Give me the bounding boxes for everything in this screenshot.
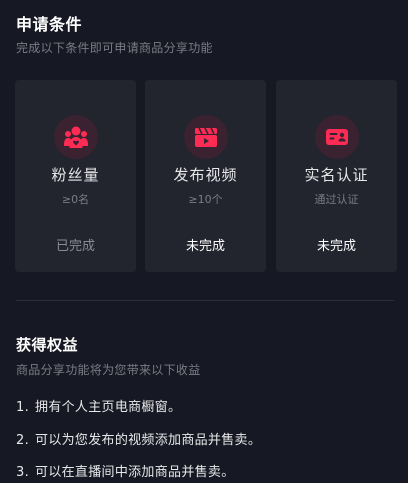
- commerce-share-page: 申请条件 完成以下条件即可申请商品分享功能 粉丝量 ≥0名 已完成 发布视频 ≥…: [0, 0, 408, 483]
- condition-status: 已完成: [55, 239, 95, 254]
- conditions-title: 申请条件: [16, 15, 83, 34]
- section-divider: [16, 300, 394, 301]
- condition-card-realname[interactable]: 实名认证 通过认证 未完成: [276, 80, 397, 272]
- condition-name: 粉丝量: [51, 166, 100, 184]
- condition-name: 实名认证: [304, 166, 369, 184]
- conditions-subtitle: 完成以下条件即可申请商品分享功能: [16, 41, 213, 55]
- benefit-text: 拥有个人主页电商橱窗。: [35, 400, 182, 415]
- benefit-number: 1.: [16, 400, 30, 415]
- fans-icon: [53, 115, 98, 159]
- benefit-number: 3.: [16, 465, 30, 480]
- condition-card-video[interactable]: 发布视频 ≥10个 未完成: [145, 80, 266, 272]
- benefit-item: 3. 可以在直播间中添加商品并售卖。: [16, 461, 235, 480]
- id-card-icon: [314, 115, 359, 159]
- condition-card-fans[interactable]: 粉丝量 ≥0名 已完成: [15, 80, 136, 272]
- condition-requirement: ≥10个: [188, 193, 223, 206]
- condition-status: 未完成: [185, 239, 225, 254]
- condition-name: 发布视频: [173, 166, 238, 184]
- condition-cards: 粉丝量 ≥0名 已完成 发布视频 ≥10个 未完成 实名认证 通过认证 未完成: [15, 80, 397, 272]
- condition-status: 未完成: [316, 239, 356, 254]
- video-clapper-icon: [183, 115, 228, 159]
- benefit-item: 1. 拥有个人主页电商橱窗。: [16, 396, 181, 415]
- benefit-item: 2. 可以为您发布的视频添加商品并售卖。: [16, 429, 261, 448]
- condition-requirement: ≥0名: [61, 193, 90, 206]
- benefits-subtitle: 商品分享功能将为您带来以下收益: [16, 363, 201, 377]
- benefit-text: 可以为您发布的视频添加商品并售卖。: [35, 433, 262, 448]
- condition-requirement: 通过认证: [314, 193, 359, 206]
- benefits-title: 获得权益: [16, 336, 79, 354]
- benefit-text: 可以在直播间中添加商品并售卖。: [35, 465, 235, 480]
- benefit-number: 2.: [16, 433, 30, 448]
